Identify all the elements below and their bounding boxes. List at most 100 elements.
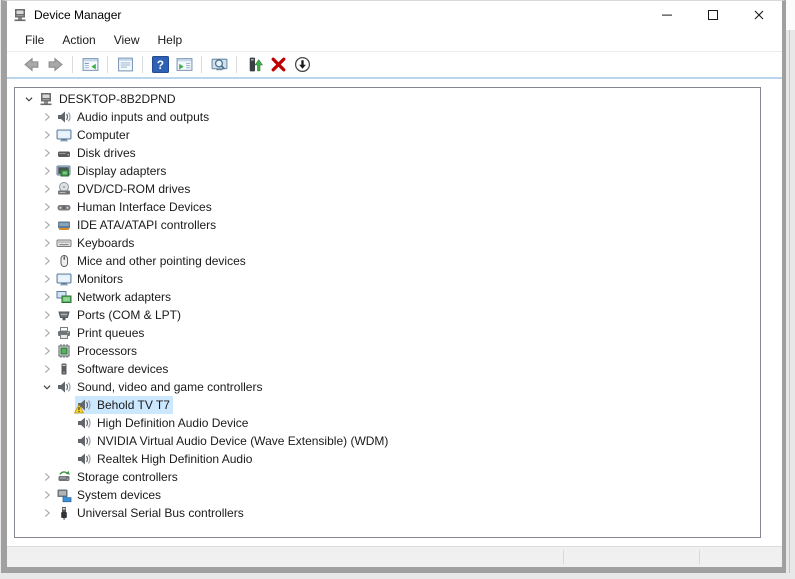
- tree-item-print-queues[interactable]: Print queues: [15, 324, 760, 342]
- dvd-icon: [56, 181, 72, 197]
- keyboard-icon: [56, 235, 72, 251]
- maximize-button[interactable]: [690, 1, 736, 29]
- chevron-right-icon[interactable]: [39, 343, 55, 359]
- ports-icon: [56, 307, 72, 323]
- tree-item-realtek-high-definition-audio[interactable]: Realtek High Definition Audio: [15, 450, 760, 468]
- cpu-icon: [56, 343, 72, 359]
- tree-item-label: Realtek High Definition Audio: [97, 450, 252, 468]
- background-window-strip: [785, 0, 795, 30]
- tree-item-universal-serial-bus-controllers[interactable]: Universal Serial Bus controllers: [15, 504, 760, 522]
- chevron-right-icon[interactable]: [39, 361, 55, 377]
- tree-item-label: Disk drives: [77, 144, 136, 162]
- disable-device-button[interactable]: [291, 54, 313, 76]
- chevron-right-icon[interactable]: [39, 271, 55, 287]
- menu-view[interactable]: View: [105, 29, 149, 51]
- chevron-right-icon[interactable]: [39, 181, 55, 197]
- tree-item-computer[interactable]: Computer: [15, 126, 760, 144]
- chevron-right-icon[interactable]: [39, 217, 55, 233]
- close-button[interactable]: [736, 1, 782, 29]
- tree-item-label: Processors: [77, 342, 137, 360]
- software-icon: [56, 361, 72, 377]
- tree-item-human-interface-devices[interactable]: Human Interface Devices: [15, 198, 760, 216]
- speaker-icon: [56, 379, 72, 395]
- tree-item-mice-and-other-pointing-devices[interactable]: Mice and other pointing devices: [15, 252, 760, 270]
- uninstall-device-button[interactable]: [267, 54, 289, 76]
- tree-item-audio-inputs-and-outputs[interactable]: Audio inputs and outputs: [15, 108, 760, 126]
- tree-item-monitors[interactable]: Monitors: [15, 270, 760, 288]
- tree-item-label: Audio inputs and outputs: [77, 108, 209, 126]
- device-tree[interactable]: DESKTOP-8B2DPNDAudio inputs and outputsC…: [14, 87, 761, 538]
- chevron-right-icon[interactable]: [39, 487, 55, 503]
- tree-item-system-devices[interactable]: System devices: [15, 486, 760, 504]
- tree-item-storage-controllers[interactable]: Storage controllers: [15, 468, 760, 486]
- caption-buttons: [644, 1, 782, 29]
- speaker-icon: [76, 397, 92, 413]
- chevron-right-icon[interactable]: [39, 235, 55, 251]
- action-pane-button[interactable]: [173, 54, 195, 76]
- menu-action[interactable]: Action: [53, 29, 104, 51]
- tree-indent-spacer: [59, 397, 75, 413]
- tree-item-disk-drives[interactable]: Disk drives: [15, 144, 760, 162]
- disable-icon: [294, 56, 311, 73]
- minimize-button[interactable]: [644, 1, 690, 29]
- tree-item-label: Computer: [77, 126, 130, 144]
- menu-file[interactable]: File: [16, 29, 53, 51]
- tree-item-label: DVD/CD-ROM drives: [77, 180, 190, 198]
- speaker-icon: [76, 433, 92, 449]
- hid-icon: [56, 199, 72, 215]
- speaker-icon: [76, 451, 92, 467]
- computer-root-icon: [38, 91, 54, 107]
- chevron-right-icon[interactable]: [39, 325, 55, 341]
- tree-item-keyboards[interactable]: Keyboards: [15, 234, 760, 252]
- tree-item-software-devices[interactable]: Software devices: [15, 360, 760, 378]
- update-driver-icon: [246, 56, 263, 73]
- chevron-right-icon[interactable]: [39, 289, 55, 305]
- tree-item-processors[interactable]: Processors: [15, 342, 760, 360]
- chevron-down-icon[interactable]: [21, 91, 37, 107]
- properties-button[interactable]: [114, 54, 136, 76]
- tree-item-dvd-cd-rom-drives[interactable]: DVD/CD-ROM drives: [15, 180, 760, 198]
- tree-item-ide-ata-atapi-controllers[interactable]: IDE ATA/ATAPI controllers: [15, 216, 760, 234]
- chevron-right-icon[interactable]: [39, 505, 55, 521]
- tree-item-label: Behold TV T7: [97, 396, 170, 414]
- chevron-right-icon[interactable]: [39, 163, 55, 179]
- tree-item-label: Mice and other pointing devices: [77, 252, 246, 270]
- chevron-right-icon[interactable]: [39, 307, 55, 323]
- tree-item-behold-tv-t7[interactable]: Behold TV T7: [15, 396, 760, 414]
- chevron-right-icon[interactable]: [39, 127, 55, 143]
- menu-help[interactable]: Help: [149, 29, 192, 51]
- tree-item-nvidia-virtual-audio-device-wave-extensible-wdm[interactable]: NVIDIA Virtual Audio Device (Wave Extens…: [15, 432, 760, 450]
- tree-indent-spacer: [59, 415, 75, 431]
- status-bar-divider: [699, 550, 700, 564]
- tree-item-label: Universal Serial Bus controllers: [77, 504, 244, 522]
- chevron-right-icon[interactable]: [39, 469, 55, 485]
- back-button[interactable]: [20, 54, 42, 76]
- scan-for-hardware-changes-button[interactable]: [208, 54, 230, 76]
- chevron-right-icon[interactable]: [39, 109, 55, 125]
- update-device-driver-button[interactable]: [243, 54, 265, 76]
- tree-item-label: System devices: [77, 486, 161, 504]
- speaker-icon: [76, 415, 92, 431]
- close-icon: [751, 7, 767, 23]
- tree-item-sound-video-and-game-controllers[interactable]: Sound, video and game controllers: [15, 378, 760, 396]
- tree-item-high-definition-audio-device[interactable]: High Definition Audio Device: [15, 414, 760, 432]
- chevron-down-icon[interactable]: [39, 379, 55, 395]
- forward-button[interactable]: [44, 54, 66, 76]
- tree-item-desktop-8b2dpnd[interactable]: DESKTOP-8B2DPND: [15, 90, 760, 108]
- chevron-right-icon[interactable]: [39, 253, 55, 269]
- maximize-icon: [705, 7, 721, 23]
- tree-item-ports-com-lpt[interactable]: Ports (COM & LPT): [15, 306, 760, 324]
- tree-item-display-adapters[interactable]: Display adapters: [15, 162, 760, 180]
- show-hide-console-tree-button[interactable]: [79, 54, 101, 76]
- toolbar: [7, 52, 782, 79]
- chevron-right-icon[interactable]: [39, 199, 55, 215]
- tree-indent-spacer: [59, 433, 75, 449]
- chevron-right-icon[interactable]: [39, 145, 55, 161]
- help-button[interactable]: [149, 54, 171, 76]
- tree-item-network-adapters[interactable]: Network adapters: [15, 288, 760, 306]
- tree-item-label: Ports (COM & LPT): [77, 306, 181, 324]
- menu-bar: FileActionViewHelp: [7, 29, 782, 52]
- toolbar-separator: [72, 56, 73, 73]
- title-bar[interactable]: Device Manager: [7, 1, 782, 29]
- network-icon: [56, 289, 72, 305]
